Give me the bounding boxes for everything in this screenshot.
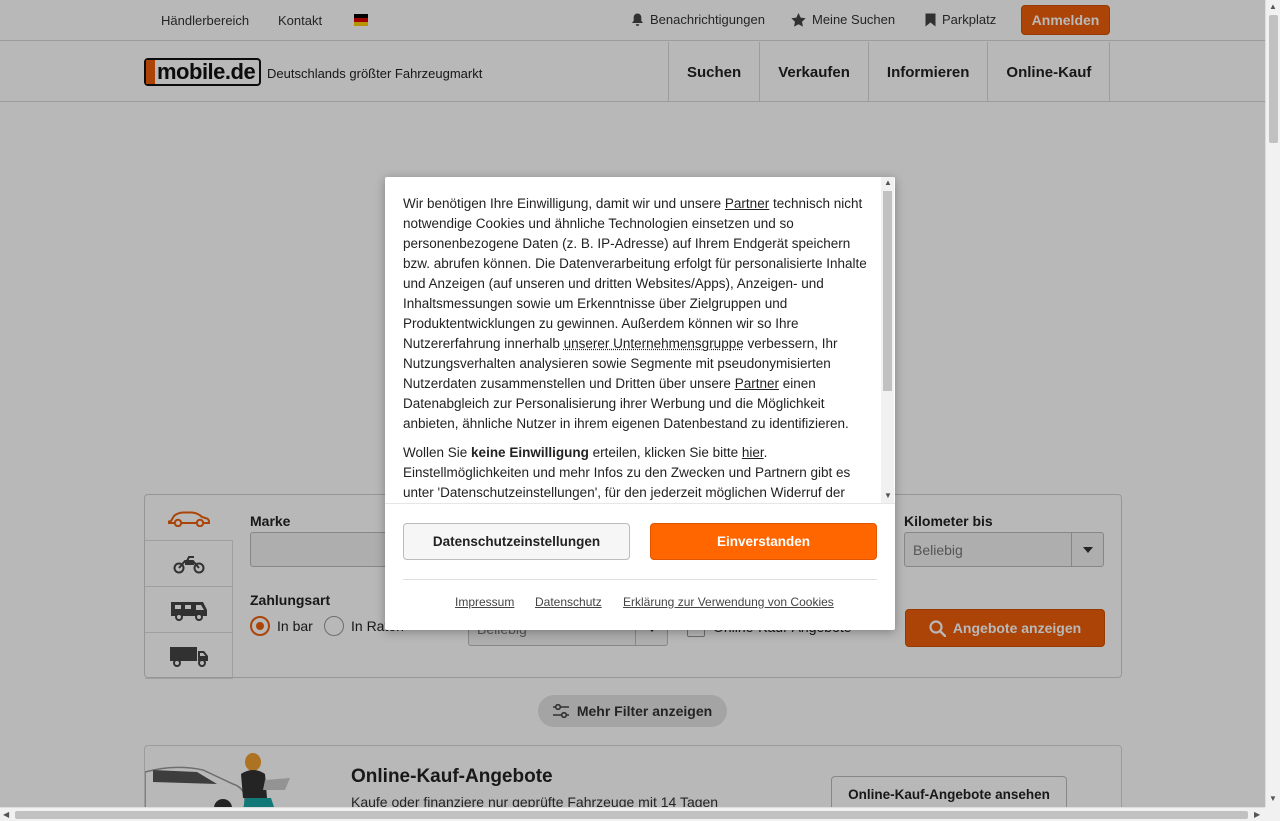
group-companies-link[interactable]: unserer Unternehmensgruppe <box>564 336 744 351</box>
consent-text: Wir benötigen Ihre Einwilligung, damit w… <box>403 194 869 503</box>
consent-text-2b: erteilen, klicken Sie bitte <box>589 445 742 460</box>
consent-dialog: Wir benötigen Ihre Einwilligung, damit w… <box>385 177 895 630</box>
decline-here-link[interactable]: hier <box>742 445 764 460</box>
page-scrollbar-thumb[interactable] <box>1269 15 1278 143</box>
privacy-link[interactable]: Datenschutz <box>535 595 602 609</box>
page-vertical-scrollbar[interactable]: ▲ ▼ <box>1265 0 1280 807</box>
scroll-up-icon[interactable]: ▲ <box>1269 2 1277 11</box>
consent-text-area[interactable]: Wir benötigen Ihre Einwilligung, damit w… <box>385 177 895 503</box>
imprint-link[interactable]: Impressum <box>455 595 514 609</box>
modal-divider <box>385 503 895 504</box>
partner-link[interactable]: Partner <box>725 196 769 211</box>
scroll-right-icon[interactable]: ▶ <box>1254 810 1260 819</box>
consent-paragraph-1: Wir benötigen Ihre Einwilligung, damit w… <box>403 194 869 434</box>
consent-text-1b: technisch nicht notwendige Cookies und ä… <box>403 196 867 351</box>
consent-paragraph-2: Wollen Sie keine Einwilligung erteilen, … <box>403 443 869 503</box>
page-horizontal-scrollbar[interactable]: ◀ ▶ <box>0 807 1265 821</box>
modal-scrollbar[interactable]: ▲ ▼ <box>881 177 894 503</box>
page-hscrollbar-thumb[interactable] <box>15 811 1248 819</box>
consent-text-2a: Wollen Sie <box>403 445 471 460</box>
consent-text-1a: Wir benötigen Ihre Einwilligung, damit w… <box>403 196 725 211</box>
accept-button[interactable]: Einverstanden <box>650 523 877 560</box>
scroll-down-icon[interactable]: ▼ <box>1269 794 1277 803</box>
partner-link-2[interactable]: Partner <box>735 376 779 391</box>
no-consent-bold: keine Einwilligung <box>471 445 589 460</box>
modal-footer-divider <box>403 579 877 580</box>
scrollbar-corner <box>1265 807 1280 821</box>
scroll-left-icon[interactable]: ◀ <box>3 810 9 819</box>
scroll-up-icon[interactable]: ▲ <box>884 178 892 187</box>
privacy-settings-button[interactable]: Datenschutzeinstellungen <box>403 523 630 560</box>
scroll-down-icon[interactable]: ▼ <box>884 491 892 500</box>
modal-scrollbar-thumb[interactable] <box>883 191 892 391</box>
cookie-statement-link[interactable]: Erklärung zur Verwendung von Cookies <box>623 595 834 609</box>
